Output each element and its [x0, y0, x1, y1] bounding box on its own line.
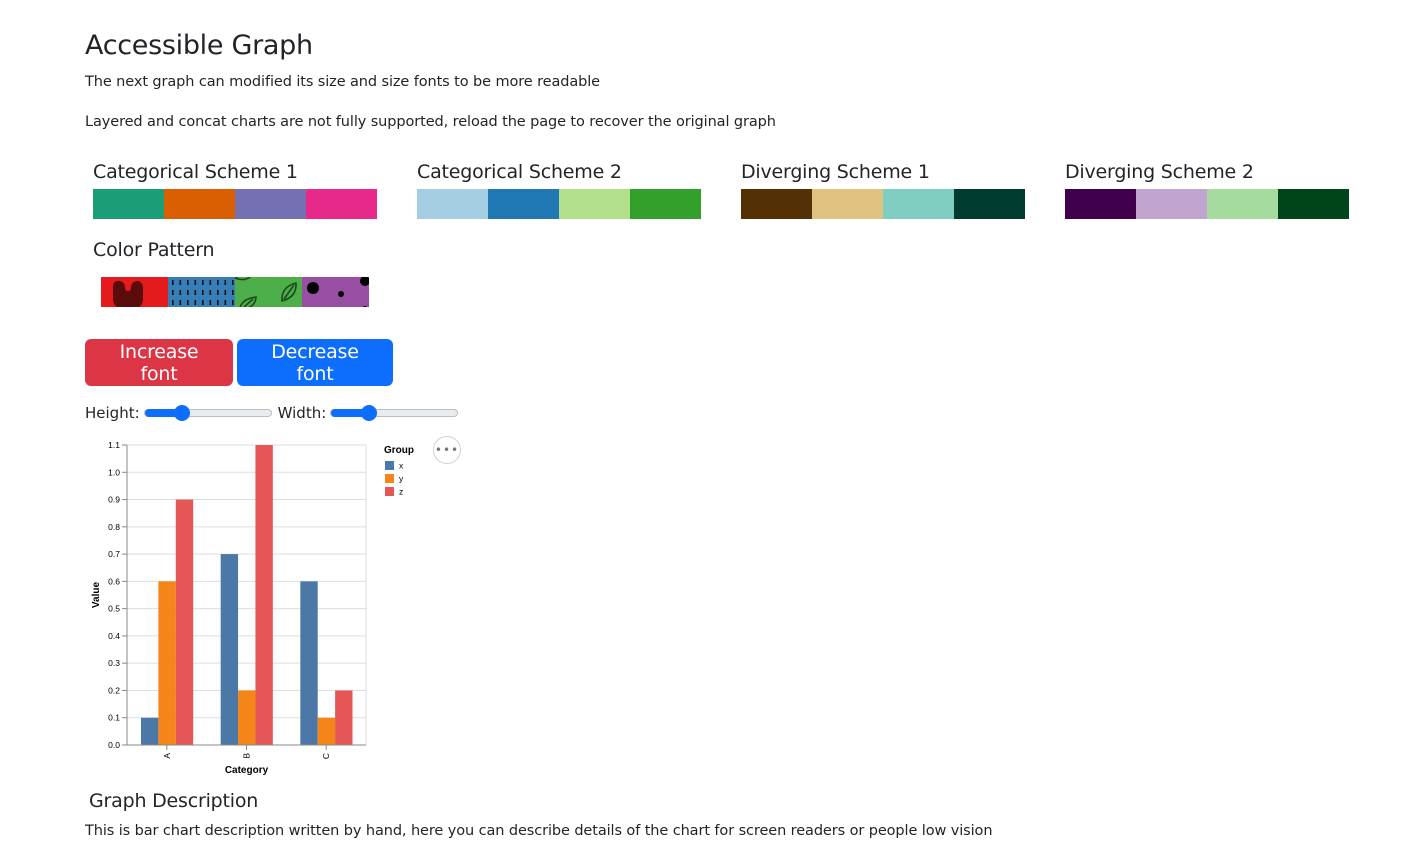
width-slider-thumb[interactable] [361, 405, 378, 421]
y-tick-label: 0.4 [108, 631, 120, 641]
width-label: Width: [277, 404, 327, 422]
decrease-font-button[interactable]: Decrease font [237, 339, 393, 386]
y-tick-label: 0.1 [108, 713, 120, 723]
legend-label-x: x [399, 461, 404, 471]
color-swatch [93, 189, 164, 219]
swatch-row [741, 189, 1025, 219]
pattern-strip [101, 277, 369, 307]
pattern-dots [302, 277, 369, 307]
categorical-scheme-1: Categorical Scheme 1 [93, 161, 377, 219]
pattern-dashes [168, 277, 235, 307]
diverging-scheme-2: Diverging Scheme 2 [1065, 161, 1349, 219]
color-swatch [1278, 189, 1349, 219]
y-tick-label: 0.0 [108, 740, 120, 750]
y-tick-label: 0.5 [108, 604, 120, 614]
x-tick-label: C [321, 753, 331, 759]
height-label: Height: [85, 404, 140, 422]
width-slider[interactable] [330, 405, 459, 421]
chart-actions-button[interactable]: ••• [433, 436, 461, 464]
y-tick-label: 0.2 [108, 685, 120, 695]
increase-font-button[interactable]: Increase font [85, 339, 233, 386]
bar-B-x [220, 554, 239, 745]
color-swatch [306, 189, 377, 219]
legend-label-z: z [399, 487, 403, 497]
legend-swatch-y [385, 474, 394, 483]
color-swatch [812, 189, 883, 219]
bar-A-z [175, 499, 194, 745]
pattern-leaves [235, 277, 302, 307]
pattern-blob [101, 277, 168, 307]
x-tick-label: A [162, 753, 172, 759]
dots-pattern-icon [307, 277, 369, 307]
categorical-scheme-2: Categorical Scheme 2 [417, 161, 701, 219]
description-text: This is bar chart description written by… [85, 823, 993, 839]
leaf-pattern-icon [235, 277, 297, 307]
height-slider[interactable] [143, 405, 272, 421]
legend-label-y: y [399, 474, 404, 484]
bar-C-z [335, 690, 353, 745]
bars [141, 445, 353, 745]
more-icon: ••• [434, 443, 460, 457]
pattern-title: Color Pattern [93, 239, 215, 261]
dashes-pattern-icon [172, 280, 234, 305]
size-controls: Height: Width: [85, 404, 464, 422]
x-axis-ticks: A B C [162, 745, 331, 759]
bar-B-y [238, 690, 256, 745]
swatch-row [1065, 189, 1349, 219]
color-swatch [1136, 189, 1207, 219]
color-swatch [1065, 189, 1136, 219]
legend-title: Group [384, 445, 414, 456]
description-title: Graph Description [89, 790, 259, 812]
bar-A-x [141, 717, 159, 745]
color-swatch [883, 189, 954, 219]
y-tick-label: 1.0 [108, 467, 120, 477]
legend: Group xyz [384, 445, 414, 497]
y-tick-label: 0.3 [108, 658, 120, 668]
color-swatch [235, 189, 306, 219]
height-slider-thumb[interactable] [174, 405, 191, 421]
legend-swatch-z [385, 487, 394, 496]
scheme-title: Diverging Scheme 1 [741, 161, 930, 183]
color-swatch [559, 189, 630, 219]
bar-chart: 0.0 0.1 0.2 0.3 0.4 0.5 0.6 0.7 0.8 0.9 1.0 1.1 ABC… [85, 433, 425, 782]
y-axis-title: Value [91, 582, 102, 609]
y-tick-label: 0.9 [108, 495, 120, 505]
y-tick-label: 0.6 [108, 576, 120, 586]
color-swatch [741, 189, 812, 219]
color-swatch [954, 189, 1025, 219]
y-axis-ticks: 0.0 0.1 0.2 0.3 0.4 0.5 0.6 0.7 0.8 0.9 1.0 1.1 [108, 440, 127, 750]
scheme-title: Categorical Scheme 2 [417, 161, 622, 183]
bar-C-x [300, 581, 318, 745]
notice-text: Layered and concat charts are not fully … [85, 114, 776, 130]
scheme-title: Diverging Scheme 2 [1065, 161, 1254, 183]
bar-B-z [255, 445, 273, 745]
intro-text: The next graph can modified its size and… [85, 74, 601, 90]
scheme-title: Categorical Scheme 1 [93, 161, 298, 183]
swatch-row [417, 189, 701, 219]
color-swatch [1207, 189, 1278, 219]
bar-A-y [158, 581, 176, 745]
page-title: Accessible Graph [85, 30, 313, 61]
x-axis-title: Category [225, 765, 269, 776]
blob-shape-icon [113, 280, 143, 307]
bar-chart-svg: 0.00.10.20.30.40.50.60.70.80.91.01.1 ABC… [91, 440, 414, 776]
bar-C-y [317, 717, 336, 745]
legend-swatch-x [385, 461, 394, 470]
diverging-scheme-1: Diverging Scheme 1 [741, 161, 1025, 219]
x-tick-label: B [242, 753, 252, 759]
y-tick-label: 0.8 [108, 522, 120, 532]
y-tick-label: 1.1 [108, 440, 120, 450]
swatch-row [93, 189, 377, 219]
y-tick-label: 0.7 [108, 549, 120, 559]
color-swatch [417, 189, 488, 219]
color-pattern: Color Pattern [93, 239, 369, 307]
color-swatch [164, 189, 235, 219]
color-swatch [488, 189, 559, 219]
color-swatch [630, 189, 701, 219]
